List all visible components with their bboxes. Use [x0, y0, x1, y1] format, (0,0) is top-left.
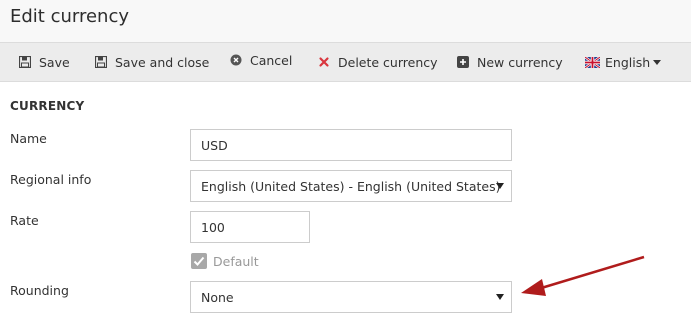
- annotation-arrow: [521, 255, 645, 296]
